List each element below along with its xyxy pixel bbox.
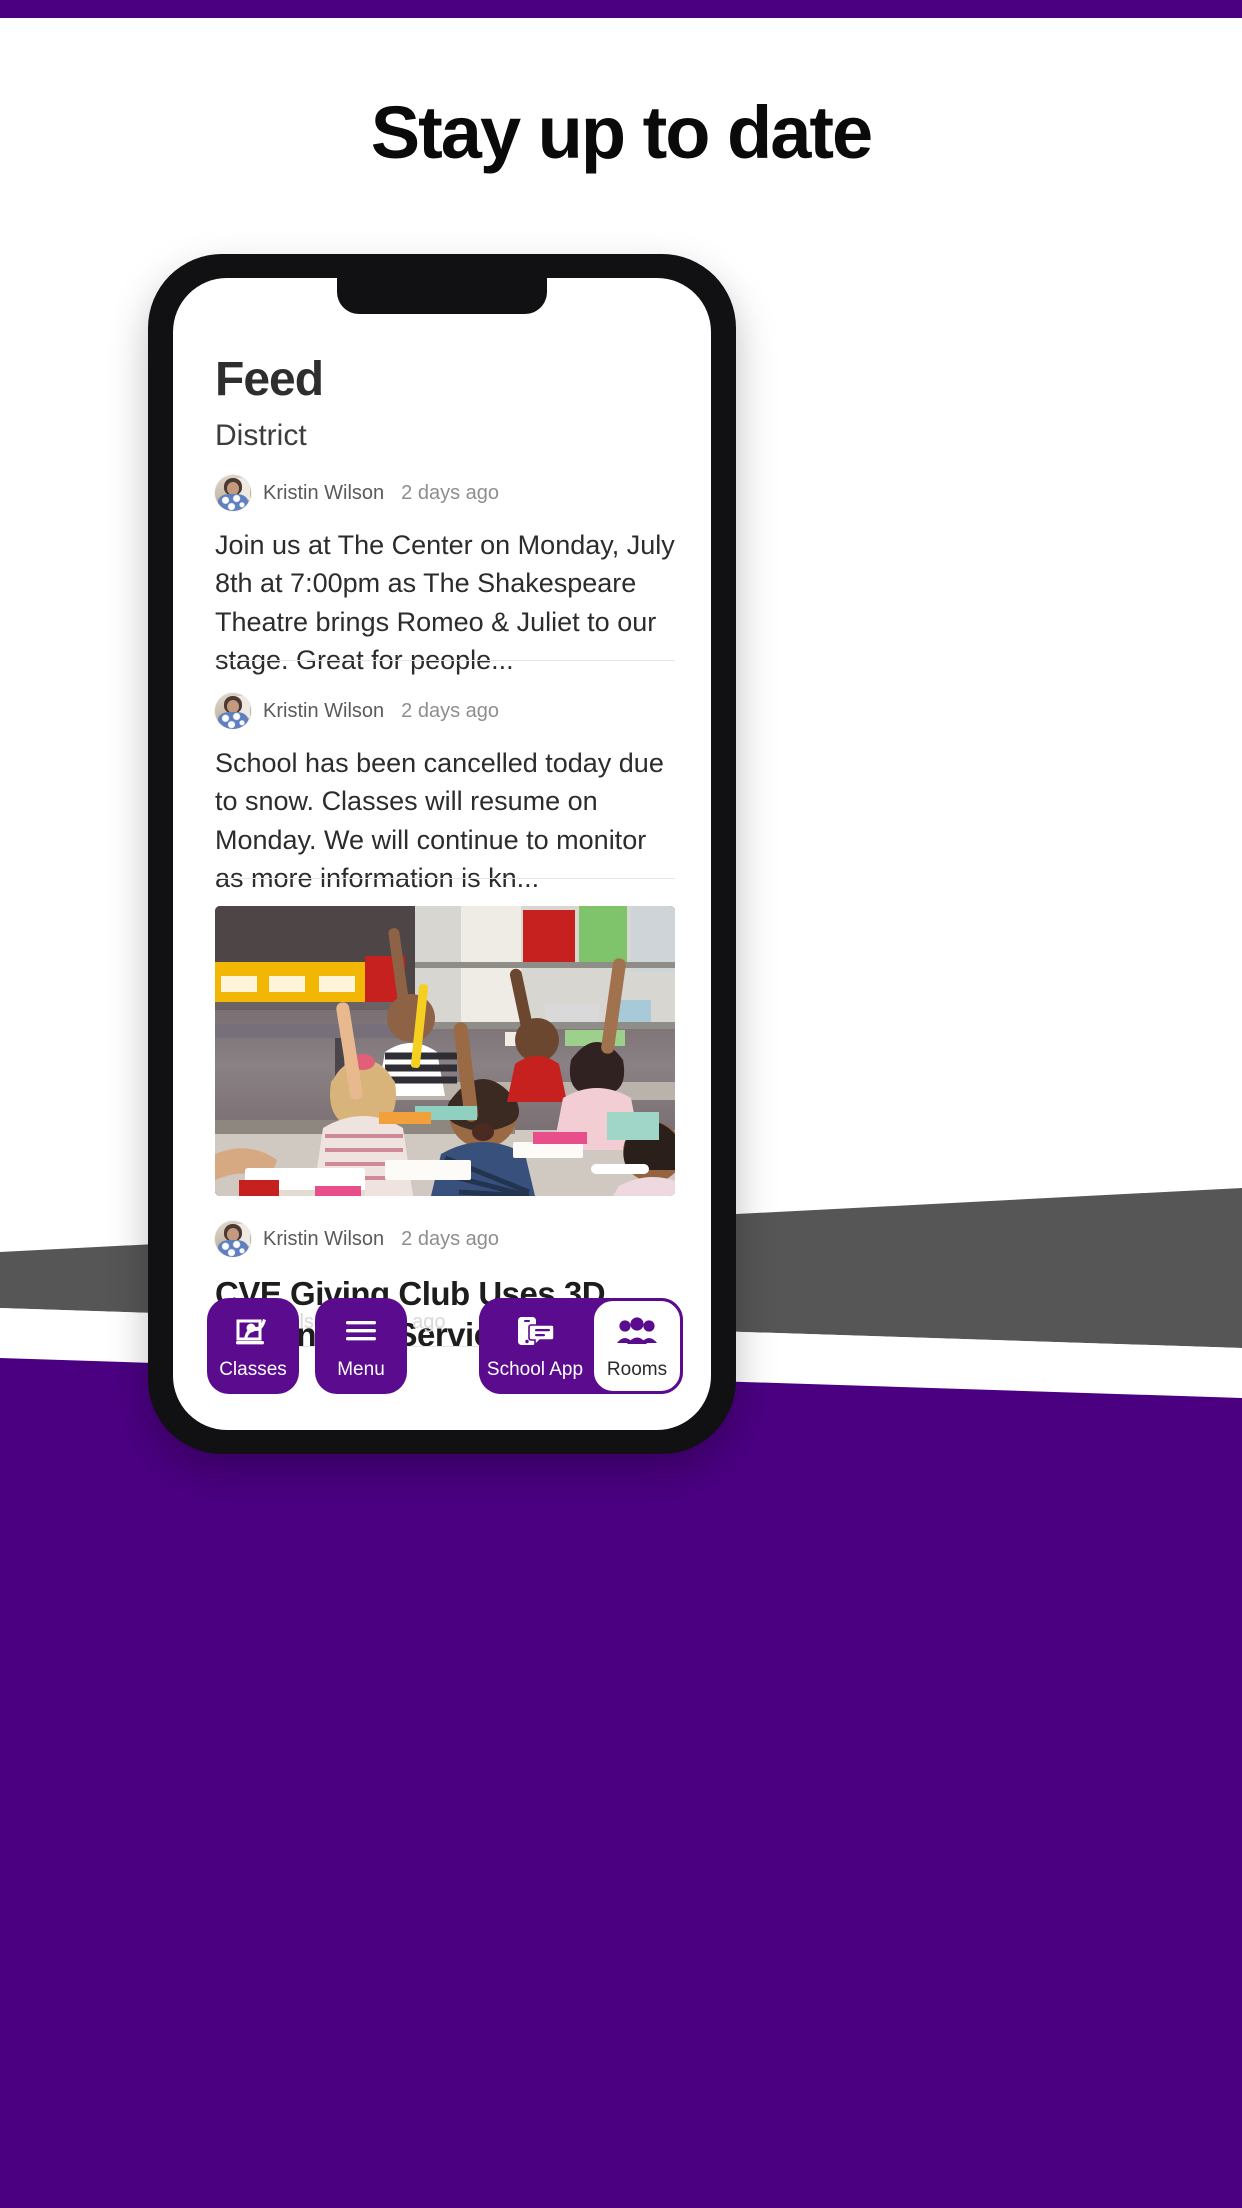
nav-group-right: School App Rooms [479, 1298, 683, 1394]
post-header: Kristin Wilson 2 days ago [215, 1220, 675, 1258]
post-body: Join us at The Center on Monday, July 8t… [215, 530, 675, 675]
post-timestamp: 2 days ago [401, 481, 499, 504]
school-app-icon [515, 1312, 555, 1350]
app-screen: Feed District Kristin Wilson 2 days ago … [173, 278, 711, 1430]
post-timestamp: 2 days ago [401, 1227, 499, 1250]
post-timestamp: 2 days ago [401, 699, 499, 722]
phone-notch [337, 278, 547, 314]
nav-button-menu[interactable]: Menu [315, 1298, 407, 1394]
nav-button-rooms[interactable]: Rooms [591, 1298, 683, 1394]
post-body: School has been cancelled today due to s… [215, 748, 664, 893]
feed-subtitle: District [215, 419, 307, 452]
classroom-photo [215, 906, 675, 1196]
post-header: Kristin Wilson 2 days ago [215, 474, 675, 512]
top-accent-bar [0, 0, 1242, 18]
nav-label: Menu [337, 1358, 385, 1380]
post-divider [215, 878, 675, 879]
bottom-nav: Classes Menu School App Rooms [173, 1298, 711, 1396]
post-image[interactable] [215, 906, 675, 1196]
hamburger-icon [344, 1312, 378, 1350]
feed-post-2[interactable]: Kristin Wilson 2 days ago School has bee… [215, 692, 675, 897]
nav-button-classes[interactable]: Classes [207, 1298, 299, 1394]
classes-icon [234, 1312, 272, 1350]
post-divider [215, 660, 675, 661]
nav-label: Rooms [606, 1358, 668, 1380]
feed-post-1[interactable]: Kristin Wilson 2 days ago Join us at The… [215, 474, 675, 679]
nav-label: School App [486, 1358, 584, 1380]
rooms-icon [617, 1312, 657, 1350]
avatar [215, 1221, 251, 1257]
post-header: Kristin Wilson 2 days ago [215, 692, 675, 730]
avatar [215, 693, 251, 729]
avatar [215, 475, 251, 511]
nav-button-school-app[interactable]: School App [479, 1298, 591, 1394]
post-author: Kristin Wilson [263, 699, 385, 722]
nav-label: Classes [219, 1358, 287, 1380]
nav-group-left: Classes Menu [207, 1298, 407, 1394]
feed-title: Feed [215, 353, 324, 406]
post-author: Kristin Wilson [263, 1227, 385, 1250]
post-author: Kristin Wilson [263, 481, 385, 504]
phone-mockup: Feed District Kristin Wilson 2 days ago … [148, 254, 736, 1454]
phone-screen: Feed District Kristin Wilson 2 days ago … [173, 278, 711, 1430]
page-headline: Stay up to date [370, 91, 873, 174]
